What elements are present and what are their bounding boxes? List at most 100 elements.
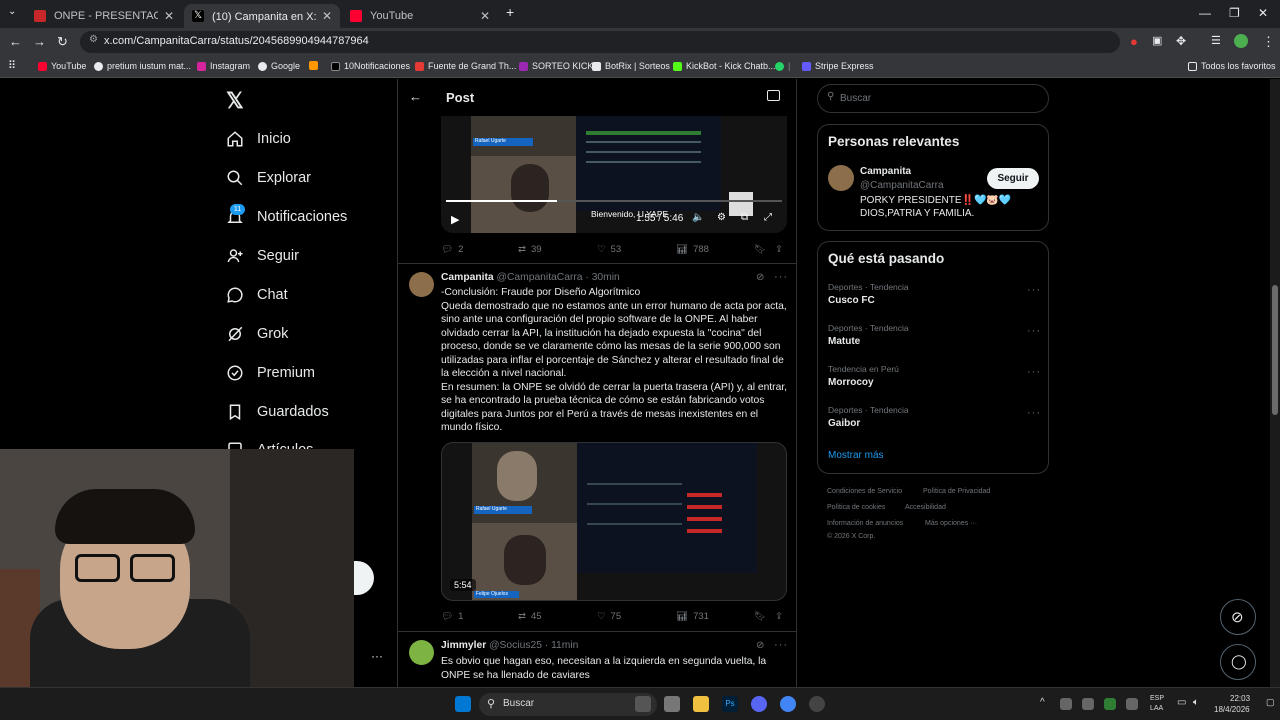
- bookmark-flame[interactable]: [309, 61, 322, 70]
- tab-youtube[interactable]: YouTube ✕: [342, 4, 498, 28]
- address-bar[interactable]: ⚙ x.com/CampanitaCarra/status/2045689904…: [80, 31, 1120, 53]
- nav-guardados[interactable]: Guardados: [226, 403, 329, 421]
- author-handle[interactable]: @Socius25: [489, 640, 542, 651]
- tray-chevron-icon[interactable]: ^: [1040, 697, 1045, 708]
- bookmark-stripe[interactable]: Stripe Express: [802, 61, 874, 71]
- video-player[interactable]: Rafael Ugarte Bienvenido, U YAPE ▶ 1:55 …: [441, 116, 787, 233]
- author-handle[interactable]: @CampanitaCarra: [497, 272, 583, 283]
- close-tab-icon[interactable]: ✕: [322, 9, 332, 23]
- language-indicator[interactable]: ESP: [1150, 695, 1164, 702]
- close-tab-icon[interactable]: ✕: [480, 9, 490, 23]
- nav-chat[interactable]: Chat: [226, 286, 288, 304]
- new-tab-button[interactable]: +: [506, 4, 514, 20]
- file-explorer-icon[interactable]: [693, 696, 709, 712]
- menu-icon[interactable]: ⋮: [1262, 34, 1275, 50]
- app-icon[interactable]: [664, 696, 680, 712]
- view-count[interactable]: 📊︎ 788: [676, 244, 709, 255]
- extension-red-icon[interactable]: ●: [1130, 34, 1138, 49]
- more-icon[interactable]: ···: [774, 271, 788, 283]
- site-info-icon[interactable]: ⚙: [89, 34, 98, 45]
- more-icon[interactable]: ···: [774, 639, 788, 651]
- bookmark-botrix[interactable]: BotRix | Sorteos: [592, 61, 670, 71]
- trend-name[interactable]: Gaibor: [828, 418, 860, 429]
- nav-seguir[interactable]: Seguir: [226, 247, 299, 265]
- avatar[interactable]: [409, 640, 434, 665]
- reload-icon[interactable]: ↻: [57, 34, 68, 50]
- network-icon[interactable]: ▭: [1177, 697, 1186, 708]
- extensions-puzzle-icon[interactable]: ✥: [1176, 34, 1186, 48]
- trend-name[interactable]: Morrocoy: [828, 377, 874, 388]
- show-more-link[interactable]: Mostrar más: [828, 450, 884, 461]
- bookmark-pretium[interactable]: pretium iustum mat...: [94, 61, 191, 71]
- minimize-icon[interactable]: —: [1199, 6, 1211, 20]
- taskbar-search[interactable]: ⚲ Buscar: [479, 693, 657, 716]
- reply-count[interactable]: 💬︎ 1: [441, 611, 463, 622]
- search-input[interactable]: ⚲ Buscar: [817, 84, 1049, 113]
- tab-onpe[interactable]: ONPE - PRESENTACIÓN DE RES ✕: [26, 4, 182, 28]
- footer-link[interactable]: Información de anuncios: [827, 520, 903, 527]
- bookmark-sorteo-kick[interactable]: SORTEO KICK: [519, 61, 593, 71]
- scrollbar-thumb[interactable]: [1272, 285, 1278, 415]
- profile-avatar[interactable]: [1234, 34, 1248, 48]
- back-icon[interactable]: ←: [9, 34, 22, 49]
- bookmark-post-icon[interactable]: 🔖︎: [754, 611, 766, 622]
- like-count[interactable]: ♡ 75: [597, 611, 621, 622]
- footer-link[interactable]: Más opciones ···: [925, 520, 977, 527]
- extension-icon[interactable]: ▣: [1152, 34, 1162, 47]
- follow-button[interactable]: Seguir: [987, 168, 1039, 189]
- bookmark-youtube[interactable]: YouTube: [38, 61, 86, 71]
- forward-icon[interactable]: →: [33, 34, 46, 49]
- more-account-icon[interactable]: ···: [371, 649, 383, 663]
- repost-count[interactable]: ⇄ 39: [518, 244, 542, 255]
- footer-link[interactable]: Condiciones de Servicio: [827, 488, 902, 495]
- chrome-icon[interactable]: [780, 696, 796, 712]
- bookmark-whatsapp[interactable]: |: [775, 61, 790, 71]
- footer-link[interactable]: Accesibilidad: [905, 504, 946, 511]
- view-count[interactable]: 📊︎ 731: [676, 611, 709, 622]
- share-icon[interactable]: ⇪: [775, 611, 783, 622]
- author-name[interactable]: Jimmyler: [441, 640, 486, 651]
- avatar[interactable]: [409, 272, 434, 297]
- more-icon[interactable]: ···: [1027, 325, 1041, 337]
- nav-grok[interactable]: Grok: [226, 325, 288, 343]
- messages-floating-button[interactable]: ◯: [1220, 644, 1256, 680]
- volume-icon[interactable]: 🔈︎: [1193, 697, 1199, 708]
- tray-icon[interactable]: [1060, 698, 1072, 710]
- avatar[interactable]: [828, 165, 854, 191]
- post-button[interactable]: [354, 561, 374, 595]
- video-thumbnail[interactable]: Rafael Ugarte Felipe Ojuelos 5:54: [441, 442, 787, 601]
- reader-icon[interactable]: [767, 90, 780, 101]
- reply-count[interactable]: 💬︎ 2: [441, 244, 463, 255]
- person-handle[interactable]: @CampanitaCarra: [860, 180, 944, 191]
- tray-icon[interactable]: [1082, 698, 1094, 710]
- notifications-icon[interactable]: ▢: [1266, 697, 1275, 708]
- task-view-icon[interactable]: [635, 696, 651, 712]
- nav-premium[interactable]: Premium: [226, 364, 315, 382]
- media-icon[interactable]: ☰: [1211, 34, 1221, 47]
- grok-explain-icon[interactable]: ⊘: [756, 272, 764, 283]
- tab-search-icon[interactable]: ⌄: [8, 6, 16, 17]
- tab-campanita[interactable]: 𝕏 (10) Campanita en X: "‼️URGE ✕: [184, 4, 340, 28]
- repost-count[interactable]: ⇄ 45: [518, 611, 542, 622]
- footer-link[interactable]: Política de cookies: [827, 504, 885, 511]
- like-count[interactable]: ♡ 53: [597, 244, 621, 255]
- footer-link[interactable]: Política de Privacidad: [923, 488, 990, 495]
- more-icon[interactable]: ···: [1027, 366, 1041, 378]
- clock-time[interactable]: 22:03: [1230, 694, 1250, 703]
- share-icon[interactable]: ⇪: [775, 244, 783, 255]
- nav-inicio[interactable]: Inicio: [226, 130, 291, 148]
- back-arrow-icon[interactable]: ←: [409, 89, 422, 104]
- trend-name[interactable]: Matute: [828, 336, 860, 347]
- tray-icon[interactable]: [1104, 698, 1116, 710]
- bookmark-post-icon[interactable]: 🔖︎: [754, 244, 766, 255]
- fullscreen-icon[interactable]: ⤢: [764, 212, 772, 223]
- apps-icon[interactable]: ⠿: [8, 59, 16, 72]
- discord-icon[interactable]: [751, 696, 767, 712]
- microphone-icon[interactable]: [1126, 698, 1138, 710]
- clock-date[interactable]: 18/4/2026: [1214, 705, 1250, 714]
- bookmark-kickbot[interactable]: KickBot - Kick Chatb...: [673, 61, 776, 71]
- play-icon[interactable]: ▶: [451, 213, 459, 226]
- windows-start-icon[interactable]: [455, 696, 471, 712]
- bookmark-10notificaciones[interactable]: 10Notificaciones: [331, 61, 410, 71]
- grok-explain-icon[interactable]: ⊘: [756, 640, 764, 651]
